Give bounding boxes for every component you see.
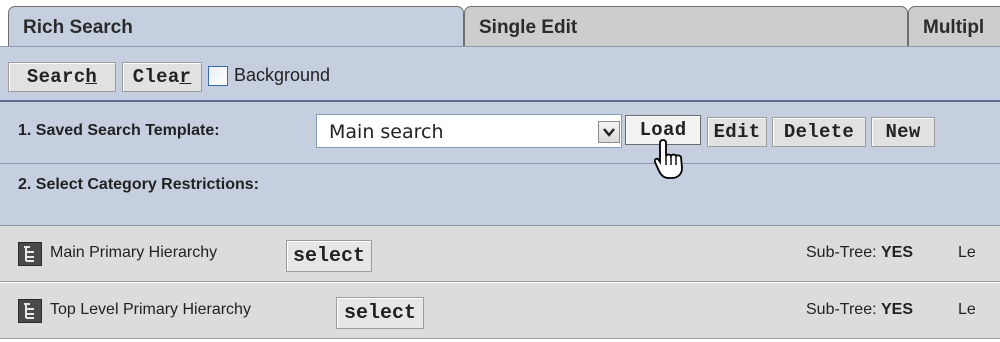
new-button[interactable]: New bbox=[871, 117, 935, 147]
clear-button-accesskey: r bbox=[179, 66, 192, 88]
tab-label: Rich Search bbox=[23, 17, 133, 38]
chevron-down-icon[interactable] bbox=[598, 121, 620, 143]
tab-multiple[interactable]: Multipl bbox=[908, 6, 1000, 46]
subtree-label: Sub-Tree: bbox=[806, 244, 877, 261]
delete-button-label: Delete bbox=[783, 121, 855, 143]
hand-pointer-icon bbox=[653, 138, 688, 187]
subtree-status: Sub-Tree: YES bbox=[806, 301, 913, 319]
new-button-label: New bbox=[885, 121, 921, 143]
saved-search-template-row: 1. Saved Search Template: Main search Lo… bbox=[0, 102, 1000, 164]
category-restrictions-header: 2. Select Category Restrictions: bbox=[0, 164, 1000, 226]
select-hierarchy-button[interactable]: select bbox=[286, 240, 372, 272]
level-label: Le bbox=[958, 244, 976, 261]
search-button-label: Searc bbox=[26, 66, 86, 88]
level-label: Le bbox=[958, 301, 976, 318]
edit-button-label: Edit bbox=[713, 121, 761, 143]
select-hierarchy-button[interactable]: select bbox=[336, 297, 424, 329]
search-toolbar: Searc h Clea r Background bbox=[0, 46, 1000, 102]
background-label: Background bbox=[234, 65, 331, 85]
template-select[interactable]: Main search bbox=[316, 114, 622, 148]
delete-button[interactable]: Delete bbox=[772, 117, 866, 147]
subtree-status: Sub-Tree: YES bbox=[806, 244, 913, 262]
subtree-label: Sub-Tree: bbox=[806, 301, 877, 318]
hierarchy-name: Main Primary Hierarchy bbox=[50, 244, 218, 261]
tree-icon bbox=[18, 299, 42, 323]
tab-bar: Rich Search Single Edit Multipl bbox=[0, 0, 1000, 46]
category-label: 2. Select Category Restrictions: bbox=[18, 176, 259, 193]
tab-rich-search[interactable]: Rich Search bbox=[8, 6, 464, 46]
select-button-label: select bbox=[343, 301, 416, 325]
subtree-value: YES bbox=[881, 301, 914, 318]
tab-single-edit[interactable]: Single Edit bbox=[464, 6, 908, 46]
search-button[interactable]: Searc h bbox=[8, 62, 116, 92]
template-select-value: Main search bbox=[329, 121, 444, 143]
hierarchy-row: Top Level Primary Hierarchy select Sub-T… bbox=[0, 283, 1000, 339]
edit-button[interactable]: Edit bbox=[707, 117, 767, 147]
hierarchy-name: Top Level Primary Hierarchy bbox=[50, 301, 251, 318]
tree-icon bbox=[18, 242, 42, 266]
tab-label: Single Edit bbox=[479, 17, 578, 38]
select-button-label: select bbox=[292, 244, 365, 268]
template-label: 1. Saved Search Template: bbox=[18, 122, 220, 139]
hierarchy-row: Main Primary Hierarchy select Sub-Tree: … bbox=[0, 226, 1000, 282]
clear-button-label: Clea bbox=[132, 66, 180, 88]
search-button-accesskey: h bbox=[85, 66, 98, 88]
clear-button[interactable]: Clea r bbox=[122, 62, 202, 92]
subtree-value: YES bbox=[881, 244, 914, 261]
background-checkbox[interactable] bbox=[208, 66, 228, 86]
tab-label: Multipl bbox=[923, 17, 985, 38]
